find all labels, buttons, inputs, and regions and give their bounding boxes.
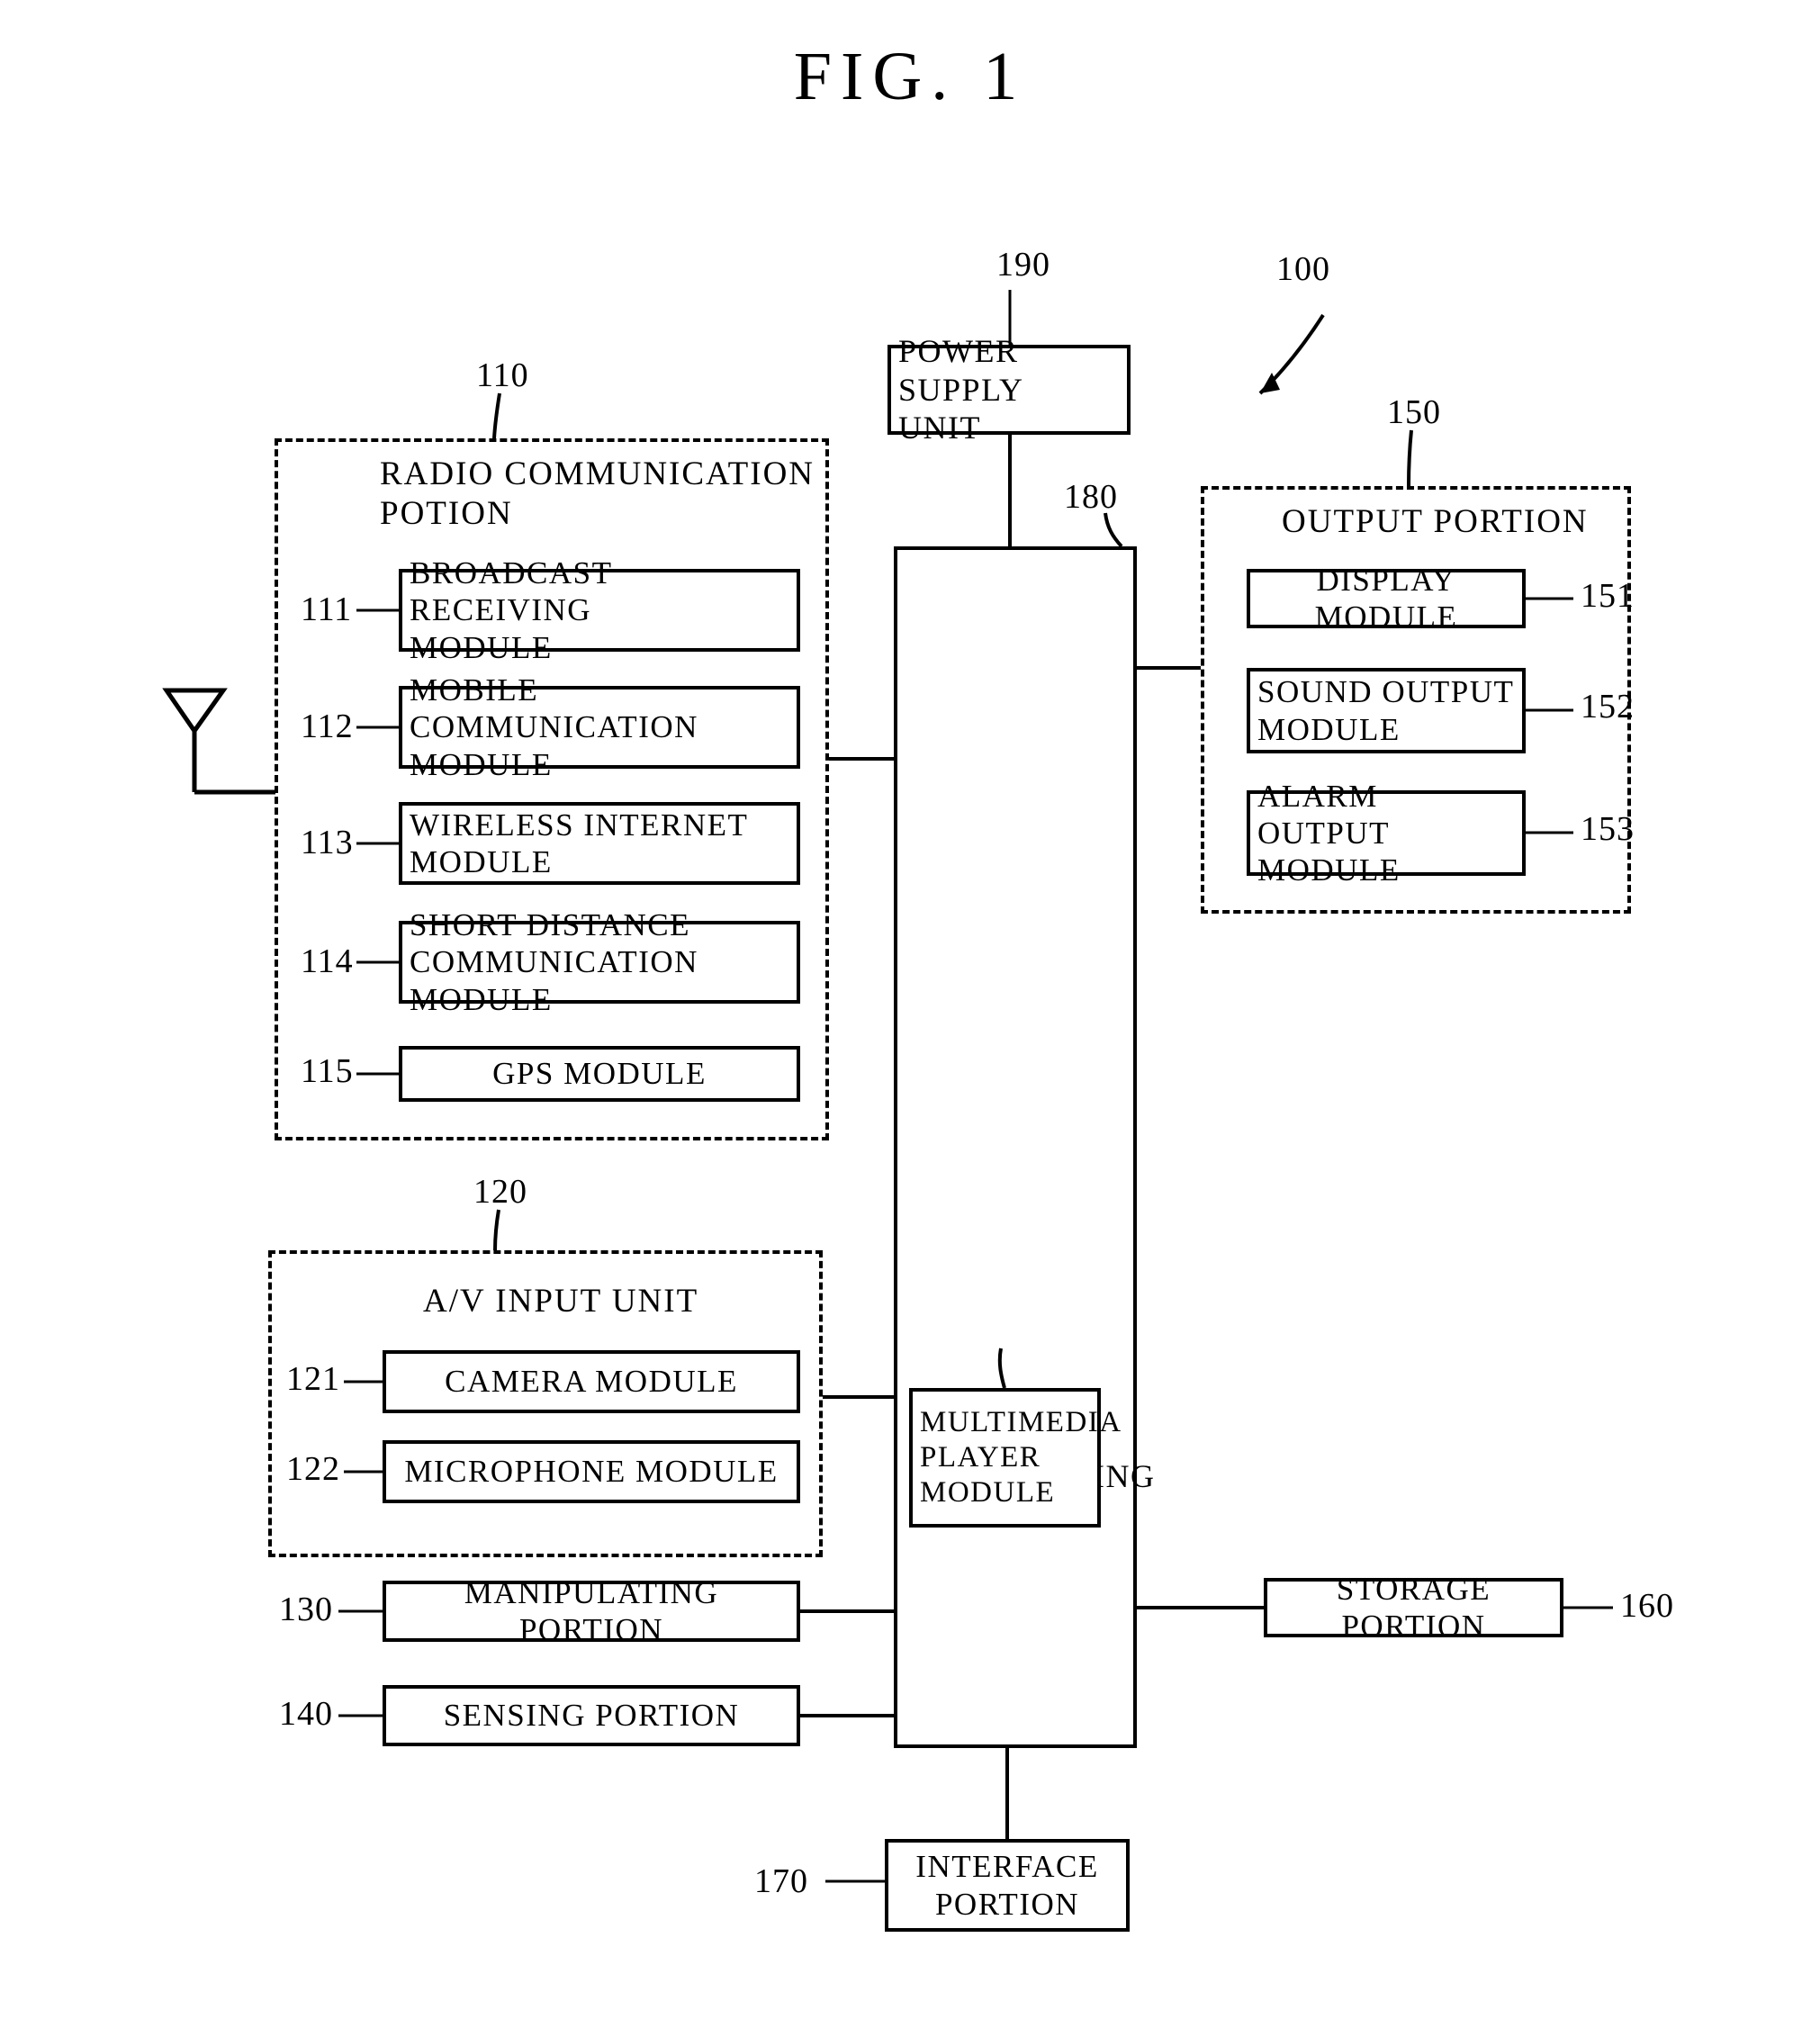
ref-number-122: 122 — [286, 1450, 340, 1488]
leader-100-arrow — [1258, 313, 1325, 395]
page-title: FIG. 1 — [793, 39, 1027, 114]
broadcast-receiving-module-label: BROADCAST RECEIVING MODULE — [410, 555, 612, 665]
display-module-label: DISPLAY MODULE — [1314, 562, 1458, 635]
wireless-internet-module-box: WIRELESS INTERNET MODULE — [399, 802, 800, 885]
alarm-output-module-box: ALARM OUTPUT MODULE — [1247, 779, 1526, 888]
leader-110 — [492, 392, 501, 439]
ref-number-113: 113 — [301, 824, 354, 861]
camera-module-box: CAMERA MODULE — [383, 1350, 800, 1413]
output-portion-group-title: OUTPUT PORTION — [1282, 503, 1589, 540]
ref-number-110: 110 — [476, 356, 529, 394]
alarm-output-module-label: ALARM OUTPUT MODULE — [1257, 778, 1401, 888]
manipulating-portion-box: MANIPULATING PORTION — [383, 1575, 800, 1647]
camera-module-label: CAMERA MODULE — [445, 1364, 738, 1400]
power-supply-unit-box: POWER SUPPLY UNIT — [887, 333, 1131, 446]
multimedia-player-module-box: MULTIMEDIA PLAYER MODULE — [909, 1388, 1121, 1528]
display-module-box: DISPLAY MODULE — [1247, 563, 1526, 635]
ref-number-115: 115 — [301, 1052, 354, 1090]
radio-communication-group-title: RADIO COMMUNICATION POTION — [380, 455, 815, 533]
radio-communication-group-box — [275, 438, 829, 1140]
interface-portion-box: INTERFACE PORTION — [885, 1839, 1130, 1932]
wireless-internet-module-label: WIRELESS INTERNET MODULE — [410, 807, 749, 879]
multimedia-player-module-label: MULTIMEDIA PLAYER MODULE — [920, 1406, 1122, 1509]
ref-number-112: 112 — [301, 708, 354, 745]
ref-number-100: 100 — [1276, 250, 1330, 288]
gps-module-box: GPS MODULE — [399, 1046, 800, 1102]
leader-150 — [1407, 429, 1413, 487]
manipulating-portion-label: MANIPULATING PORTION — [464, 1574, 719, 1647]
antenna-icon — [162, 688, 275, 795]
ref-number-114: 114 — [301, 942, 354, 980]
sensing-portion-box: SENSING PORTION — [383, 1685, 800, 1746]
ref-number-153: 153 — [1581, 810, 1635, 848]
storage-portion-label: STORAGE PORTION — [1336, 1571, 1491, 1644]
storage-portion-box: STORAGE PORTION — [1264, 1572, 1563, 1644]
patent-figure-page: FIG. 1 190 100 180 110 150 120 181 POWER… — [0, 0, 1820, 2028]
ref-number-120: 120 — [473, 1173, 527, 1211]
microphone-module-label: MICROPHONE MODULE — [404, 1454, 779, 1490]
ref-number-111: 111 — [301, 590, 353, 628]
mobile-communication-module-label: MOBILE COMMUNICATION MODULE — [410, 672, 698, 782]
short-distance-communication-module-label: SHORT DISTANCE COMMUNICATION MODULE — [410, 907, 698, 1017]
leader-120 — [493, 1209, 500, 1251]
ref-number-140: 140 — [279, 1695, 333, 1733]
av-input-unit-group-title: A/V INPUT UNIT — [423, 1283, 699, 1320]
ref-number-170: 170 — [754, 1862, 808, 1900]
ref-number-121: 121 — [286, 1360, 340, 1398]
gps-module-label: GPS MODULE — [492, 1056, 707, 1092]
leader-100-arrowhead — [1260, 373, 1280, 393]
ref-number-160: 160 — [1620, 1587, 1674, 1625]
ref-number-150: 150 — [1387, 393, 1441, 431]
ref-number-130: 130 — [279, 1591, 333, 1628]
mobile-communication-module-box: MOBILE COMMUNICATION MODULE — [399, 672, 800, 782]
power-supply-unit-label: POWER SUPPLY UNIT — [898, 333, 1024, 446]
sensing-portion-label: SENSING PORTION — [443, 1698, 740, 1734]
short-distance-communication-module-box: SHORT DISTANCE COMMUNICATION MODULE — [399, 907, 800, 1017]
sound-output-module-label: SOUND OUTPUT MODULE — [1257, 674, 1515, 747]
ref-number-152: 152 — [1581, 688, 1635, 726]
broadcast-receiving-module-box: BROADCAST RECEIVING MODULE — [399, 555, 800, 665]
controlling-portion-box: CONTROLLING PORTION — [894, 546, 1154, 1748]
leader-180 — [1104, 512, 1123, 548]
ref-number-151: 151 — [1581, 577, 1635, 615]
microphone-module-box: MICROPHONE MODULE — [383, 1440, 800, 1503]
sound-output-module-box: SOUND OUTPUT MODULE — [1247, 668, 1526, 753]
ref-number-190: 190 — [996, 246, 1050, 284]
interface-portion-label: INTERFACE PORTION — [915, 1849, 1099, 1922]
ref-number-180: 180 — [1064, 478, 1118, 516]
